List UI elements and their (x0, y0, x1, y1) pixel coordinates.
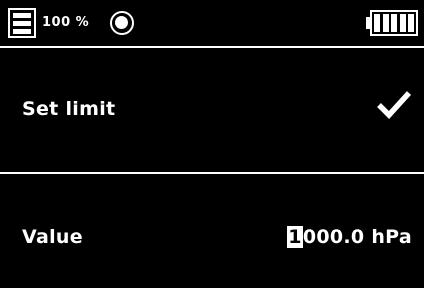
set-limit-row[interactable]: Set limit (0, 48, 424, 172)
battery-cell (391, 14, 397, 32)
value-field[interactable]: 1000.0 hPa (287, 226, 412, 248)
battery-cell (408, 14, 414, 32)
value-label: Value (22, 226, 83, 248)
value-rest: 000.0 hPa (302, 226, 412, 248)
check-icon[interactable] (376, 89, 412, 119)
battery-full-icon (366, 10, 418, 36)
battery-cell (382, 14, 389, 32)
set-limit-label: Set limit (22, 98, 116, 120)
battery-cell (399, 14, 406, 32)
record-icon (110, 11, 134, 35)
value-row[interactable]: Value 1000.0 hPa (0, 174, 424, 288)
battery-cell (374, 14, 380, 32)
status-bar: 100 % (0, 0, 424, 46)
document-icon (8, 8, 36, 38)
level-percent: 100 % (42, 15, 90, 30)
edit-cursor-digit[interactable]: 1 (287, 226, 303, 248)
